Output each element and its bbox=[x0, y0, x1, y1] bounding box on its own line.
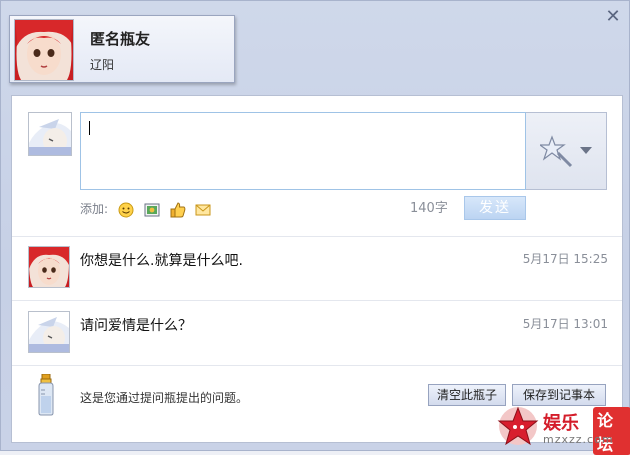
bottle-dialog: ✕ 匿名瓶友 辽阳 添加: 140字 发送 你想是什么.就算是什么吧. 5月17… bbox=[0, 0, 630, 455]
message-time: 5月17日 13:01 bbox=[522, 317, 608, 331]
add-label: 添加: bbox=[80, 202, 109, 216]
conversation-panel: 添加: 140字 发送 你想是什么.就算是什么吧. 5月17日 15:25 请问… bbox=[11, 95, 623, 443]
close-icon[interactable]: ✕ bbox=[605, 8, 621, 26]
send-button[interactable]: 发送 bbox=[464, 196, 526, 220]
envelope-icon[interactable] bbox=[195, 202, 211, 218]
bottle-icon bbox=[38, 374, 54, 416]
emote-dropdown-button[interactable] bbox=[526, 112, 607, 190]
message-avatar[interactable] bbox=[28, 246, 70, 288]
message-avatar[interactable] bbox=[28, 311, 70, 353]
message-time: 5月17日 15:25 bbox=[522, 252, 608, 266]
magic-wand-star-icon bbox=[540, 135, 573, 168]
image-icon[interactable] bbox=[144, 202, 160, 218]
message-row: 你想是什么.就算是什么吧. 5月17日 15:25 bbox=[12, 236, 622, 300]
site-watermark: 娱乐 论坛 mzxzz.com bbox=[497, 405, 630, 455]
message-text: 你想是什么.就算是什么吧. bbox=[80, 253, 243, 269]
add-toolbar: 添加: bbox=[80, 200, 211, 218]
clear-bottle-button[interactable]: 清空此瓶子 bbox=[428, 384, 506, 406]
star-logo-icon bbox=[497, 406, 539, 446]
watermark-title: 娱乐 bbox=[543, 413, 579, 434]
sender-avatar[interactable] bbox=[14, 19, 74, 81]
thumbs-up-icon[interactable] bbox=[170, 201, 186, 218]
chevron-down-icon bbox=[580, 147, 592, 154]
watermark-url: mzxzz.com bbox=[543, 433, 614, 446]
message-text: 请问爱情是什么？ bbox=[80, 318, 192, 334]
my-avatar bbox=[28, 112, 72, 156]
sender-location: 辽阳 bbox=[90, 58, 115, 72]
footer-note: 这是您通过提问瓶提出的问题。 bbox=[80, 391, 249, 405]
text-caret bbox=[89, 121, 90, 135]
sender-profile-card: 匿名瓶友 辽阳 bbox=[9, 15, 235, 83]
save-to-notepad-button[interactable]: 保存到记事本 bbox=[512, 384, 606, 406]
message-row: 请问爱情是什么？ 5月17日 13:01 bbox=[12, 301, 622, 365]
smiley-icon[interactable] bbox=[118, 202, 134, 218]
sender-name: 匿名瓶友 bbox=[90, 30, 151, 48]
message-input[interactable] bbox=[80, 112, 526, 190]
watermark-badge: 论坛 bbox=[593, 407, 630, 455]
char-count: 140字 bbox=[410, 201, 448, 216]
